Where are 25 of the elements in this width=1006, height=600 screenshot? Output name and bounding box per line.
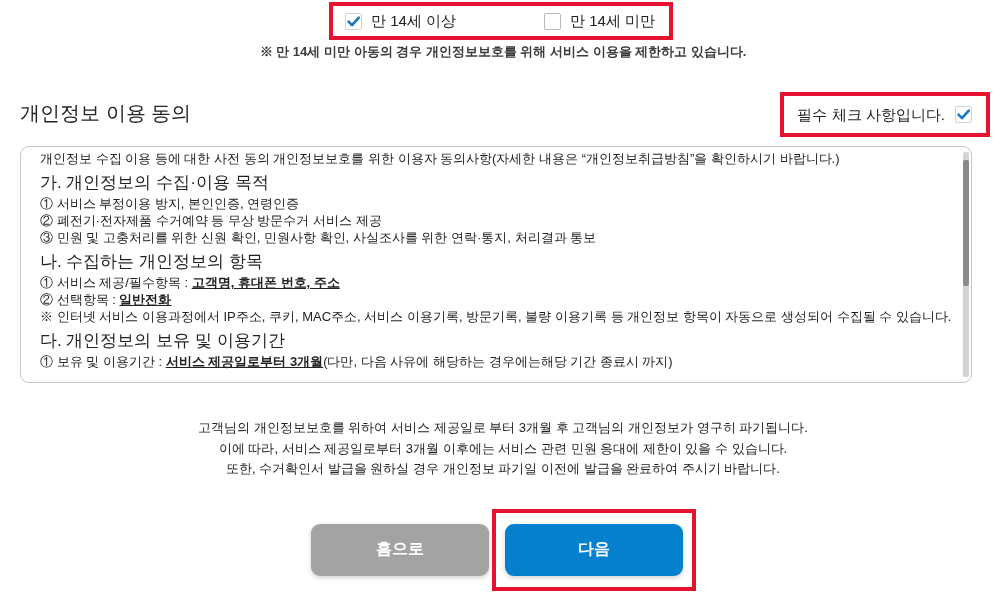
checkbox-label[interactable]: 만 14세 미만	[570, 11, 656, 31]
checkbox-label[interactable]: 필수 체크 사항입니다.	[797, 104, 945, 125]
terms-text: ① 보유 및 이용기간 : 서비스 제공일로부터 3개월(다만, 다음 사유에 해당하는 경우에는해당 기간 종료시 까지)	[40, 353, 673, 370]
terms-heading: 가. 개인정보의 수집·이용 목적	[40, 172, 269, 194]
checkbox-label[interactable]: 만 14세 이상	[370, 11, 456, 31]
notice-text: 고객님의 개인정보보호를 위하여 서비스 제공일로 부터 3개월 후 고객님의 개인정보가 영구히 파기됩니다.	[198, 419, 808, 437]
terms-text: 개인정보 수집 이용 등에 대한 사전 동의 개인정보보호를 위한 이용자 동의사항(자세한 내용은 “개인정보취급방침”을 확인하시기 바랍니다.)	[40, 150, 840, 167]
terms-text: ① 서비스 부정이용 방지, 본인인증, 연령인증	[40, 195, 300, 212]
terms-heading: 나. 수집하는 개인정보의 항목	[40, 251, 263, 273]
terms-text: ※ 인터넷 서비스 이용과정에서 IP주소, 쿠키, MAC주소, 서비스 이용기록, 방문기록, 불량 이용기록 등 개인정보 항목이 자동으로 생성되어 수집될 수 있습니다.	[40, 308, 952, 325]
next-button[interactable]: 다음	[504, 523, 683, 576]
notice-text: 이에 따라, 서비스 제공일로부터 3개월 이후에는 서비스 관련 민원 응대에 제한이 있을 수 있습니다.	[218, 439, 788, 458]
notice-text: 또한, 수거확인서 발급을 원하실 경우 개인정보 파기일 이전에 발급을 완료하여 주시기 바랍니다.	[226, 460, 780, 478]
notice-text: ※ 만 14세 미만 아동의 경우 개인정보보호를 위해 서비스 이용을 제한하고 있습니다.	[259, 43, 747, 61]
terms-text: ③ 민원 및 고충처리를 위한 신원 확인, 민원사항 확인, 사실조사를 위한 연락·통지, 처리결과 통보	[40, 229, 597, 246]
section-title: 개인정보 이용 동의	[20, 101, 192, 126]
terms-heading: 다. 개인정보의 보유 및 이용기간	[40, 330, 285, 352]
terms-text: ② 선택항목 : 일반전화	[40, 291, 172, 308]
terms-text: ② 폐전기·전자제품 수거예약 등 무상 방문수거 서비스 제공	[40, 212, 382, 229]
checkbox[interactable]	[344, 12, 362, 30]
terms-text: ① 서비스 제공/필수항목 : 고객명, 휴대폰 번호, 주소	[40, 274, 340, 291]
scrollbar-thumb[interactable]	[963, 160, 969, 286]
checkbox[interactable]	[955, 106, 972, 123]
checkbox[interactable]	[544, 12, 561, 30]
scrollbar[interactable]	[963, 152, 969, 377]
